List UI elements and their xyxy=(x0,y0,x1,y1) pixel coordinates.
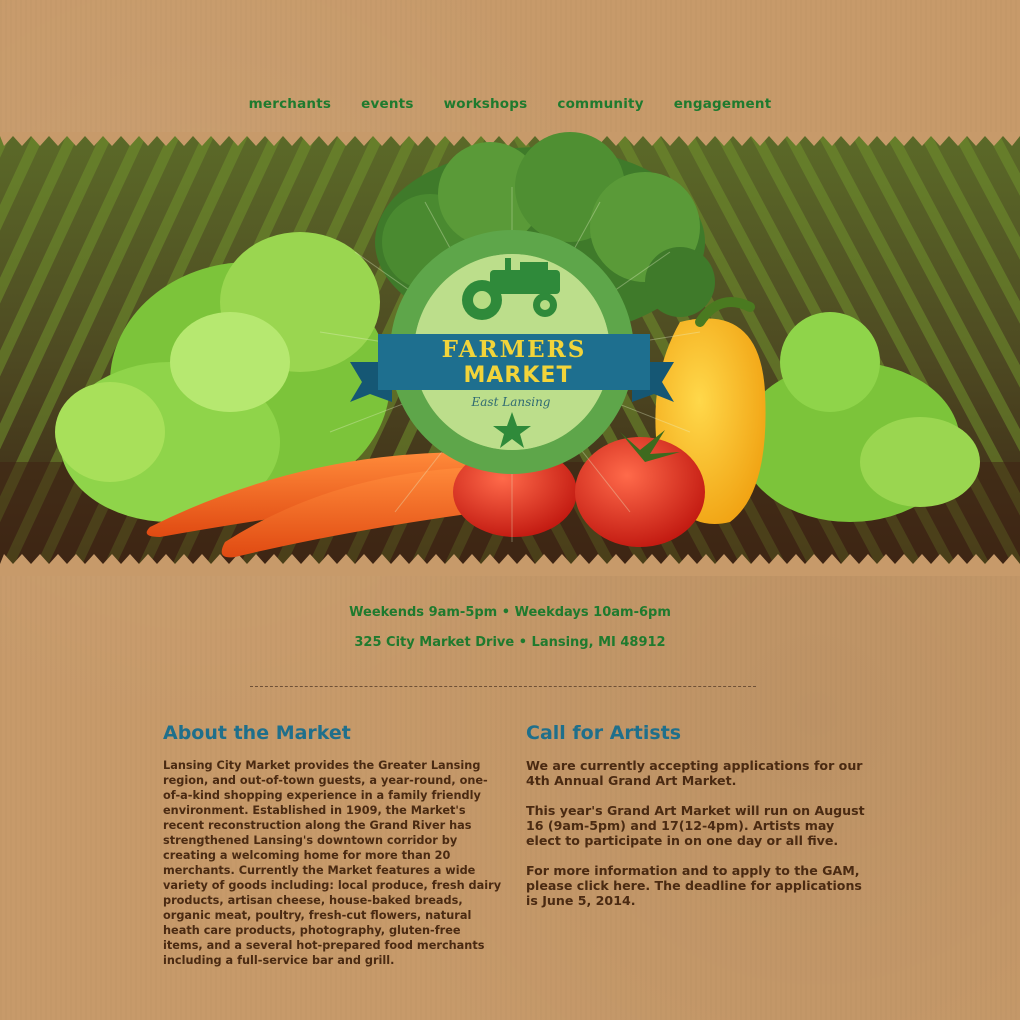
hero-illustration: FARMERS MARKET East Lansing xyxy=(0,132,1020,576)
hours-text: Weekends 9am-5pm • Weekdays 10am-6pm xyxy=(349,605,671,620)
nav-workshops[interactable]: workshops xyxy=(444,96,528,118)
address-text: 325 City Market Drive • Lansing, MI 4891… xyxy=(354,635,666,650)
nav-engagement[interactable]: engagement xyxy=(674,96,772,118)
about-heading: About the Market xyxy=(163,722,351,744)
about-section: About the Market Lansing City Market pro… xyxy=(163,722,503,968)
artists-heading: Call for Artists xyxy=(526,722,682,744)
main-nav: merchants events workshops community eng… xyxy=(0,96,1020,118)
artists-para2: This year's Grand Art Market will run on… xyxy=(526,803,865,848)
logo-line1: FARMERS xyxy=(442,336,587,363)
artists-section: Call for Artists We are currently accept… xyxy=(526,722,866,923)
market-info: Weekends 9am-5pm • Weekdays 10am-6pm 325… xyxy=(0,604,1020,664)
nav-events[interactable]: events xyxy=(361,96,413,118)
section-divider xyxy=(250,686,756,687)
artists-para3[interactable]: For more information and to apply to the… xyxy=(526,863,866,908)
about-body: Lansing City Market provides the Greater… xyxy=(163,759,502,967)
logo-tagline: East Lansing xyxy=(471,395,551,409)
nav-merchants[interactable]: merchants xyxy=(249,96,332,118)
nav-community[interactable]: community xyxy=(557,96,643,118)
hero-banner: FARMERS MARKET East Lansing xyxy=(0,132,1020,576)
artists-para1: We are currently accepting applications … xyxy=(526,758,863,788)
logo-line2: MARKET xyxy=(464,363,573,388)
